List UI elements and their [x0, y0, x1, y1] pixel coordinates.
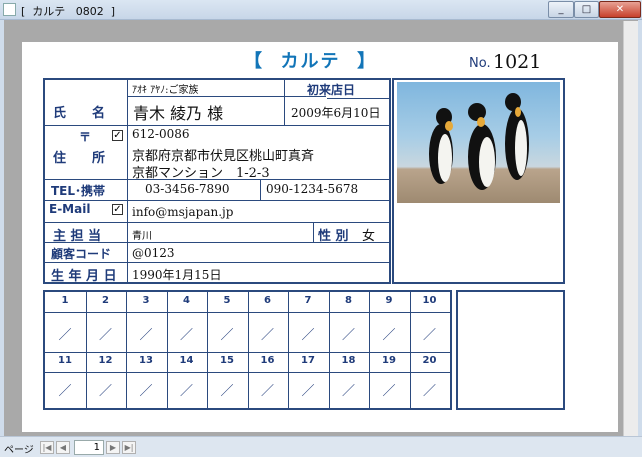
visit-mark[interactable]: ／	[207, 324, 247, 343]
visit-mark[interactable]: ／	[126, 380, 166, 399]
visit-mark[interactable]: ／	[86, 380, 126, 399]
visit-mark[interactable]: ／	[410, 324, 450, 343]
address-line2: 京都マンション 1-2-3	[132, 166, 270, 181]
visit-number: 2	[102, 295, 109, 306]
prev-page-icon[interactable]: ◀	[56, 441, 70, 454]
visit-number: 15	[220, 355, 234, 366]
visit-mark[interactable]: ／	[45, 324, 85, 343]
window-titlebar[interactable]: [ カルテ 0802 ] _ □ ✕	[0, 0, 642, 20]
visit-number: 12	[98, 355, 113, 366]
customer-info-box: ｱｵｷ ｱﾔﾉ:ご家族 初来店日 氏 名 青木 綾乃 様 2009年6月10日 …	[43, 78, 391, 284]
visit-mark[interactable]: ／	[329, 380, 369, 399]
visit-mark[interactable]: ／	[248, 380, 288, 399]
visit-number: 11	[58, 355, 72, 366]
visit-mark[interactable]: ／	[329, 324, 369, 343]
staff-value: 青川	[132, 231, 152, 242]
address-label: 住 所	[53, 151, 106, 166]
visit-mark[interactable]: ／	[207, 380, 247, 399]
furigana-value: ｱｵｷ ｱﾔﾉ:ご家族	[132, 85, 199, 96]
email-checkbox[interactable]: ✓	[112, 204, 123, 215]
postal-symbol: 〒	[79, 130, 92, 144]
page-label: ページ	[4, 445, 34, 456]
status-bar: ページ |◀ ◀ 1 ▶ ▶|	[0, 436, 642, 457]
visit-grid: 1 ／ 2 ／ 3 ／ 4 ／ 5 ／ 6 ／ 7 ／ 8 ／ 9 ／ 10 ／ 11 ／ 12 ／ 13 ／ 14 ／ 15 ／ 16 ／ 1…	[43, 290, 452, 410]
birth-date-value: 1990年1月15日	[132, 268, 222, 282]
visit-number: 14	[179, 355, 194, 366]
visit-mark[interactable]: ／	[369, 380, 409, 399]
visit-mark[interactable]: ／	[126, 324, 166, 343]
last-page-icon[interactable]: ▶|	[122, 441, 136, 454]
tel-value: 03-3456-7890	[145, 182, 230, 196]
first-visit-value: 2009年6月10日	[291, 106, 381, 120]
photo-frame	[392, 78, 565, 284]
visit-number: 10	[422, 295, 437, 306]
visit-mark[interactable]: ／	[248, 324, 288, 343]
customer-photo	[397, 82, 560, 203]
visit-mark[interactable]: ／	[167, 324, 207, 343]
visit-mark[interactable]: ／	[45, 380, 85, 399]
visit-number: 16	[260, 355, 275, 366]
visit-number: 17	[301, 355, 315, 366]
visit-number: 5	[223, 295, 231, 306]
customer-code-label: 顧客コード	[51, 247, 112, 261]
postal-code-value: 612-0086	[132, 127, 190, 141]
visit-number: 3	[142, 295, 150, 306]
gender-value: 女	[362, 229, 376, 244]
memo-box	[456, 290, 565, 410]
minimize-button[interactable]: _	[548, 1, 574, 18]
visit-number: 13	[139, 355, 153, 366]
penguin-image	[429, 93, 529, 190]
visit-number: 20	[422, 355, 437, 366]
visit-number: 8	[345, 295, 352, 306]
customer-code-value: @0123	[132, 246, 175, 260]
name-label: 氏 名	[53, 106, 106, 121]
visit-mark[interactable]: ／	[369, 324, 409, 343]
close-button[interactable]: ✕	[599, 1, 641, 18]
visit-number: 1	[61, 295, 69, 306]
first-page-icon[interactable]: |◀	[40, 441, 54, 454]
page-number-input[interactable]: 1	[74, 440, 104, 455]
email-label: E-Mail	[49, 202, 91, 216]
visit-mark[interactable]: ／	[288, 380, 328, 399]
tel-label: TEL･携帯	[51, 184, 106, 198]
card-number-label: No.	[469, 56, 491, 71]
first-visit-label: 初来店日	[307, 83, 356, 97]
maximize-button[interactable]: □	[574, 1, 599, 18]
visit-number: 9	[385, 295, 393, 306]
customer-name-value: 青木 綾乃 様	[133, 104, 224, 123]
email-value: info@msjapan.jp	[132, 205, 234, 219]
visit-mark[interactable]: ／	[86, 324, 126, 343]
staff-label: 主 担 当	[53, 229, 102, 244]
visit-number: 4	[183, 295, 190, 306]
next-page-icon[interactable]: ▶	[106, 441, 120, 454]
visit-mark[interactable]: ／	[167, 380, 207, 399]
visit-mark[interactable]: ／	[410, 380, 450, 399]
window-title: [ カルテ 0802 ]	[21, 5, 116, 18]
visit-number: 18	[341, 355, 356, 366]
visit-mark[interactable]: ／	[288, 324, 328, 343]
mobile-value: 090-1234-5678	[266, 182, 359, 196]
card-number-value: 1021	[493, 51, 542, 73]
visit-number: 19	[382, 355, 396, 366]
vertical-scrollbar[interactable]	[623, 21, 638, 436]
birth-date-label: 生 年 月 日	[51, 269, 117, 284]
app-icon	[3, 3, 16, 16]
visit-number: 7	[304, 295, 312, 306]
visit-number: 6	[264, 295, 271, 306]
gender-label: 性 別	[318, 229, 349, 244]
card-title: 【 カルテ 】	[244, 51, 378, 72]
postal-checkbox[interactable]: ✓	[112, 130, 123, 141]
